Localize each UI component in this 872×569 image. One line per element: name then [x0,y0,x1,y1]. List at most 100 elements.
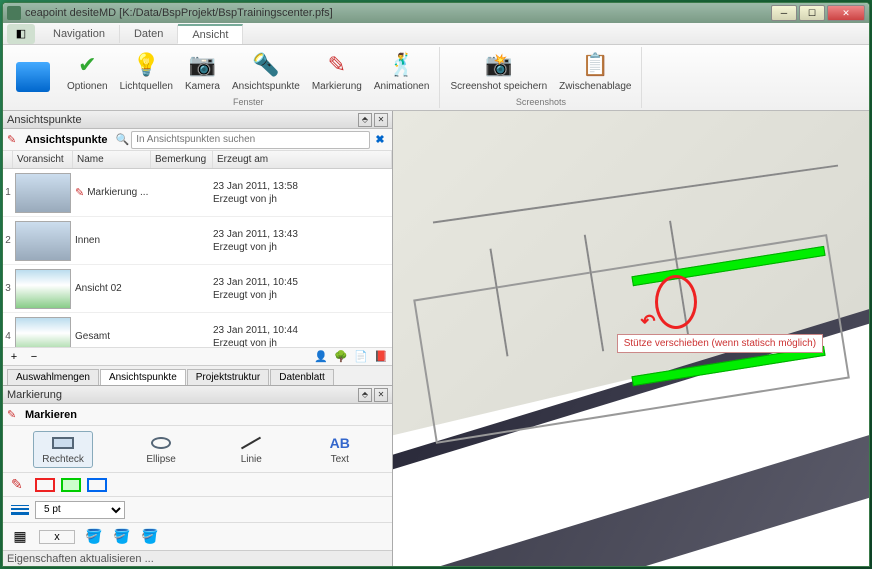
table-row[interactable]: 4 Gesamt 23 Jan 2011, 10:44Erzeugt von jh [3,313,392,347]
shape-rechteck[interactable]: Rechteck [33,431,93,468]
row-index: 1 [3,187,13,198]
search-clear-button[interactable]: ✖ [372,132,388,148]
zwischenablage-button[interactable]: 📋 Zwischenablage [553,47,637,96]
viewpoints-list[interactable]: 1 ✎Markierung ... 23 Jan 2011, 13:58Erzeug… [3,169,392,347]
animationen-button[interactable]: 🕺 Animationen [368,47,436,96]
row-name: Ansicht 02 [73,283,151,294]
markierung-button[interactable]: ✎ Markierung [306,47,368,96]
row-date: 23 Jan 2011, 10:44Erzeugt von jh [213,324,392,348]
ribbon-toolbar: ✔ Optionen 💡 Lichtquellen 📷 Kamera 🔦 Ans… [3,45,869,111]
thumbnail [15,317,71,348]
stroke-width-icon [11,505,29,515]
markierung-panel: Markierung ⬘ ✕ ✎ Markieren Rechteck [3,385,392,550]
pdf-icon[interactable]: 📕 [374,350,388,364]
3d-viewport[interactable]: ↶ Stütze verschieben (wenn statisch mögl… [393,111,869,566]
shape-ellipse[interactable]: Ellipse [137,431,184,468]
kamera-button[interactable]: 📷 Kamera [179,47,226,96]
home-tab-icon[interactable]: ◧ [7,24,35,44]
camera-save-icon: 📸 [485,51,513,79]
tab-ansichtspunkte[interactable]: Ansichtspunkte [100,369,186,385]
bucket-blue[interactable]: 🪣 [141,528,159,546]
tab-projektstruktur[interactable]: Projektstruktur [187,369,269,385]
row-date: 23 Jan 2011, 13:58Erzeugt von jh [213,180,392,206]
red-arrow-markup[interactable]: ↶ [641,311,656,332]
color-red[interactable] [35,478,55,492]
app-window: ceapoint desiteMD [K:/Data/BspProjekt/Bs… [2,2,870,567]
col-name[interactable]: Name [73,151,151,168]
panel-pin-button[interactable]: ⬘ [358,113,372,127]
export-icon[interactable]: 📄 [354,350,368,364]
viewpoints-title: Ansichtspunkte [25,134,108,146]
col-erzeugt[interactable]: Erzeugt am [213,151,392,168]
shape-linie[interactable]: Linie [229,431,273,468]
add-button[interactable]: + [7,350,21,364]
table-row[interactable]: 3Ansicht 0223 Jan 2011, 10:45Erzeugt von… [3,265,392,313]
line-icon [238,434,264,452]
clear-button[interactable]: x [39,530,75,544]
red-ellipse-markup[interactable] [655,275,697,329]
viewpoints-panel-header: Ansichtspunkte ⬘ ✕ [3,111,392,129]
remove-button[interactable]: − [27,350,41,364]
left-panel: Ansichtspunkte ⬘ ✕ ✎ Ansichtspunkte 🔍 ✖ … [3,111,393,566]
color-green[interactable] [61,478,81,492]
thumbnail [15,221,71,261]
row-date: 23 Jan 2011, 10:45Erzeugt von jh [213,276,392,302]
bottom-tabs: Auswahlmengen Ansichtspunkte Projektstru… [3,365,392,385]
window-title: ceapoint desiteMD [K:/Data/BspProjekt/Bs… [25,7,771,19]
color-blue[interactable] [87,478,107,492]
clipboard-icon: 📋 [581,51,609,79]
row-name: ✎Markierung ... [73,186,151,199]
person-icon[interactable]: 👤 [314,350,328,364]
row-name: Gesamt [73,331,151,342]
flashlight-icon: 🔦 [252,51,280,79]
row-name: Innen [73,235,151,246]
table-row[interactable]: 2Innen23 Jan 2011, 13:43Erzeugt von jh [3,217,392,265]
tab-navigation[interactable]: Navigation [39,25,120,43]
bucket-red[interactable]: 🪣 [85,528,103,546]
shape-buttons: Rechteck Ellipse Linie AB Text [3,426,392,472]
camera-icon: 📷 [188,51,216,79]
ellipse-icon [148,434,174,452]
rectangle-icon [50,434,76,452]
monitor-icon [16,62,50,92]
status-bar: Eigenschaften aktualisieren ... [3,550,392,566]
stroke-width-select[interactable]: 5 pt [35,501,125,519]
panel-pin-button[interactable]: ⬘ [358,388,372,402]
markierung-title-row: ✎ Markieren [3,404,392,426]
col-voransicht[interactable]: Voransicht [13,151,73,168]
tab-daten[interactable]: Daten [120,25,178,43]
monitor-button[interactable] [9,47,57,108]
maximize-button[interactable]: ☐ [799,5,825,21]
viewpoints-toolbar: + − 👤 🌳 📄 📕 [3,347,392,365]
markierung-panel-header: Markierung ⬘ ✕ [3,386,392,404]
optionen-button[interactable]: ✔ Optionen [61,47,114,96]
bucket-green[interactable]: 🪣 [113,528,131,546]
search-input[interactable] [131,131,370,149]
menubar: ◧ Navigation Daten Ansicht [3,23,869,45]
stroke-color-icon: ✎ [11,476,29,493]
text-icon: AB [327,434,353,452]
tab-ansicht[interactable]: Ansicht [178,24,243,44]
table-row[interactable]: 1 ✎Markierung ... 23 Jan 2011, 13:58Erzeug… [3,169,392,217]
ansichtspunkte-button[interactable]: 🔦 Ansichtspunkte [226,47,306,96]
minimize-button[interactable]: ─ [771,5,797,21]
markierung-title: Markieren [25,409,77,421]
lichtquellen-button[interactable]: 💡 Lichtquellen [114,47,179,96]
panel-close-button[interactable]: ✕ [374,113,388,127]
tab-auswahlmengen[interactable]: Auswahlmengen [7,369,99,385]
tree-icon[interactable]: 🌳 [334,350,348,364]
window-controls: ─ ☐ ✕ [771,5,865,21]
viewpoints-table-header: Voransicht Name Bemerkung Erzeugt am [3,151,392,169]
row-index: 4 [3,331,13,342]
stroke-row: 5 pt [3,496,392,522]
titlebar: ceapoint desiteMD [K:/Data/BspProjekt/Bs… [3,3,869,23]
screenshot-button[interactable]: 📸 Screenshot speichern [444,47,553,96]
tab-datenblatt[interactable]: Datenblatt [270,369,334,385]
panel-close-button[interactable]: ✕ [374,388,388,402]
close-button[interactable]: ✕ [827,5,865,21]
shape-text[interactable]: AB Text [318,431,362,468]
app-icon [7,6,21,20]
color-row: ✎ [3,472,392,496]
col-bemerkung[interactable]: Bemerkung [151,151,213,168]
annotation-label[interactable]: Stütze verschieben (wenn statisch möglic… [617,334,823,353]
